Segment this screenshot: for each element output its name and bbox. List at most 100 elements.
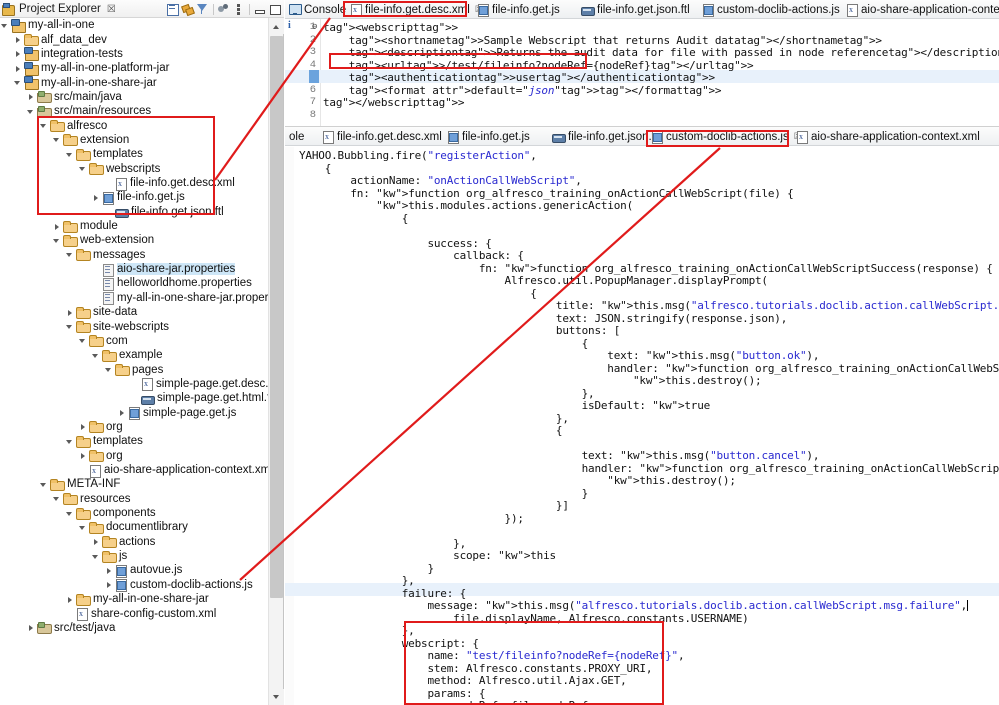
minimize-icon[interactable] bbox=[252, 2, 267, 16]
chevron-right-icon[interactable] bbox=[65, 306, 76, 319]
tree-item-my-all-in-one-share-jar[interactable]: my-all-in-one-share-jar bbox=[0, 75, 268, 91]
chevron-down-icon[interactable] bbox=[0, 19, 11, 32]
chevron-down-icon[interactable] bbox=[65, 148, 76, 161]
tab-file-info-get-js[interactable]: file-info.get.js bbox=[474, 1, 577, 18]
filter-icon[interactable] bbox=[195, 2, 210, 16]
chevron-down-icon[interactable] bbox=[78, 521, 89, 534]
tree-item-aio-share-application-context-xml[interactable]: aio-share-application-context.xml bbox=[0, 463, 268, 478]
tree-item-my-all-in-one-share-jar[interactable]: my-all-in-one-share-jar bbox=[0, 592, 268, 606]
tree-item-my-all-in-one-platform-jar[interactable]: my-all-in-one-platform-jar bbox=[0, 61, 268, 76]
tree-item-custom-doclib-actions-js[interactable]: custom-doclib-actions.js bbox=[0, 578, 268, 593]
chevron-down-icon[interactable] bbox=[78, 334, 89, 347]
scroll-up-icon[interactable] bbox=[269, 18, 284, 34]
tree-item-templates[interactable]: templates bbox=[0, 434, 268, 448]
tab-ole[interactable]: ole bbox=[285, 128, 319, 145]
tree-item-src-main-java[interactable]: src/main/java bbox=[0, 90, 268, 104]
scrollbar-thumb[interactable] bbox=[270, 36, 283, 598]
tree-item-helloworldhome-properties[interactable]: helloworldhome.properties bbox=[0, 276, 268, 291]
menu-icon[interactable] bbox=[231, 2, 246, 16]
tab-file-info-get-json-ftl[interactable]: file-info.get.json.ftl bbox=[577, 1, 695, 18]
chevron-right-icon[interactable] bbox=[13, 33, 24, 46]
tree-item-file-info-get-json-ftl[interactable]: file-info.get.json.ftl bbox=[0, 205, 268, 219]
chevron-down-icon[interactable] bbox=[78, 162, 89, 175]
tree-item-site-data[interactable]: site-data bbox=[0, 305, 268, 319]
chevron-down-icon[interactable] bbox=[52, 492, 63, 505]
tree-item-simple-page-get-html-ftl[interactable]: simple-page.get.html.ftl bbox=[0, 391, 268, 405]
tree-item-alf-data-dev[interactable]: alf_data_dev bbox=[0, 32, 268, 47]
chevron-down-icon[interactable] bbox=[52, 234, 63, 247]
project-explorer-tab[interactable]: Project Explorer ☒ bbox=[2, 0, 116, 18]
tree-item-actions[interactable]: actions bbox=[0, 535, 268, 549]
tab-file-info-get-desc-xml[interactable]: file-info.get.desc.xml bbox=[319, 128, 444, 145]
tree-item-components[interactable]: components bbox=[0, 506, 268, 520]
tree-item-share-config-custom-xml[interactable]: share-config-custom.xml bbox=[0, 606, 268, 622]
project-tree[interactable]: my-all-in-one alf_data_dev integration-tes… bbox=[0, 18, 268, 705]
tree-item-js[interactable]: js bbox=[0, 549, 268, 563]
chevron-down-icon[interactable] bbox=[26, 105, 37, 118]
tree-item-templates[interactable]: templates bbox=[0, 147, 268, 161]
close-icon[interactable]: ☒ bbox=[107, 4, 116, 15]
chevron-down-icon[interactable] bbox=[104, 363, 115, 376]
chevron-right-icon[interactable] bbox=[65, 593, 76, 606]
tree-item-integration-tests[interactable]: integration-tests bbox=[0, 47, 268, 62]
chevron-right-icon[interactable] bbox=[26, 621, 37, 634]
tree-scrollbar[interactable] bbox=[268, 18, 284, 705]
chevron-right-icon[interactable] bbox=[26, 90, 37, 103]
upper-code-editor[interactable]: i1⊖2345678 tag"><webscripttag">> tag"><s… bbox=[285, 19, 999, 126]
chevron-down-icon[interactable] bbox=[65, 435, 76, 448]
tree-item-resources[interactable]: resources bbox=[0, 492, 268, 506]
chevron-right-icon[interactable] bbox=[52, 220, 63, 233]
tree-item-file-info-get-js[interactable]: file-info.get.js bbox=[0, 190, 268, 205]
tab-console[interactable]: Console bbox=[285, 1, 347, 18]
chevron-right-icon[interactable] bbox=[104, 578, 115, 591]
code-fold-icon[interactable]: ⊖ bbox=[312, 22, 317, 32]
chevron-down-icon[interactable] bbox=[91, 349, 102, 362]
chevron-down-icon[interactable] bbox=[65, 320, 76, 333]
chevron-down-icon[interactable] bbox=[13, 76, 24, 89]
chevron-right-icon[interactable] bbox=[104, 564, 115, 577]
chevron-down-icon[interactable] bbox=[52, 133, 63, 146]
tab-file-info-get-desc-xml[interactable]: file-info.get.desc.xml☒ bbox=[347, 1, 483, 18]
tree-item-web-extension[interactable]: web-extension bbox=[0, 233, 268, 247]
collapse-all-icon[interactable] bbox=[165, 2, 180, 16]
chevron-down-icon[interactable] bbox=[39, 478, 50, 491]
chevron-right-icon[interactable] bbox=[13, 47, 24, 60]
tree-item-extension[interactable]: extension bbox=[0, 133, 268, 147]
tree-item-simple-page-get-desc-xml[interactable]: simple-page.get.desc.xml bbox=[0, 377, 268, 392]
maximize-icon[interactable] bbox=[267, 2, 282, 16]
tab-file-info-get-js[interactable]: file-info.get.js bbox=[444, 128, 548, 145]
chevron-right-icon[interactable] bbox=[78, 449, 89, 462]
chevron-right-icon[interactable] bbox=[78, 420, 89, 433]
tree-item-my-all-in-one-share-jar-properties[interactable]: my-all-in-one-share-jar.properties bbox=[0, 291, 268, 306]
tree-item-pages[interactable]: pages bbox=[0, 362, 268, 377]
tab-aio-share-application-context-xml[interactable]: aio-share-application-context.xml bbox=[793, 128, 980, 145]
tree-item-simple-page-get-js[interactable]: simple-page.get.js bbox=[0, 405, 268, 421]
tree-item-src-main-resources[interactable]: src/main/resources bbox=[0, 104, 268, 118]
chevron-right-icon[interactable] bbox=[91, 191, 102, 204]
scroll-down-icon[interactable] bbox=[269, 689, 284, 705]
tab-aio-share-application-context-xml[interactable]: aio-share-application-context.xml bbox=[843, 1, 999, 18]
tree-item-example[interactable]: example bbox=[0, 348, 268, 362]
tree-item-site-webscripts[interactable]: site-webscripts bbox=[0, 319, 268, 334]
chevron-right-icon[interactable] bbox=[91, 535, 102, 548]
tree-item-aio-share-jar-properties[interactable]: aio-share-jar.properties bbox=[0, 262, 268, 277]
tree-item-org[interactable]: org bbox=[0, 420, 268, 434]
tree-item-src-test-java[interactable]: src/test/java bbox=[0, 621, 268, 635]
chevron-down-icon[interactable] bbox=[65, 507, 76, 520]
chevron-right-icon[interactable] bbox=[117, 406, 128, 419]
chevron-down-icon[interactable] bbox=[39, 119, 50, 132]
tree-item-file-info-get-desc-xml[interactable]: file-info.get.desc.xml bbox=[0, 176, 268, 191]
tree-item-messages[interactable]: messages bbox=[0, 248, 268, 262]
tree-item-com[interactable]: com bbox=[0, 334, 268, 348]
tab-custom-doclib-actions-js[interactable]: custom-doclib-actions.js bbox=[699, 1, 841, 18]
chevron-right-icon[interactable] bbox=[13, 62, 24, 75]
tab-custom-doclib-actions-js[interactable]: custom-doclib-actions.js ☒ bbox=[648, 128, 802, 145]
tree-item-meta-inf[interactable]: META-INF bbox=[0, 477, 268, 491]
tree-item-my-all-in-one[interactable]: my-all-in-one bbox=[0, 18, 268, 33]
tree-item-alfresco[interactable]: alfresco bbox=[0, 118, 268, 133]
tree-item-module[interactable]: module bbox=[0, 219, 268, 233]
tree-item-documentlibrary[interactable]: documentlibrary bbox=[0, 520, 268, 534]
lower-code-editor[interactable]: YAHOO.Bubbling.fire("registerAction", { … bbox=[285, 147, 999, 705]
tree-item-autovue-js[interactable]: autovue.js bbox=[0, 563, 268, 578]
chevron-down-icon[interactable] bbox=[65, 248, 76, 261]
